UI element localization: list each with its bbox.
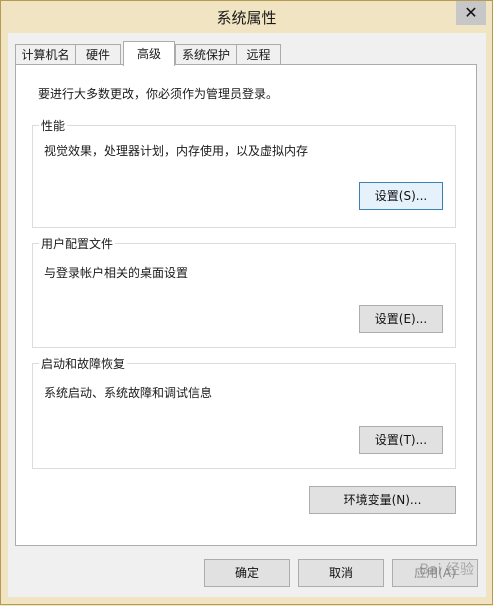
- user-profiles-settings-button[interactable]: 设置(E)...: [359, 305, 443, 333]
- window-title: 系统属性: [216, 9, 277, 27]
- user-profiles-description: 与登录帐户相关的桌面设置: [44, 266, 189, 280]
- performance-description: 视觉效果，处理器计划，内存使用，以及虚拟内存: [44, 144, 309, 158]
- baidu-watermark: Bai 经验: [419, 562, 474, 578]
- startup-recovery-description: 系统启动、系统故障和调试信息: [44, 386, 213, 400]
- tab-advanced[interactable]: 高级: [123, 41, 175, 66]
- tab-system-protection[interactable]: 系统保护: [175, 44, 237, 64]
- tab-computer-name[interactable]: 计算机名: [15, 44, 76, 64]
- system-properties-window: 系统属性 ✕ 计算机名 硬件 高级 系统保护 远程 要进行大多数更改，你必须作为…: [0, 0, 493, 605]
- cancel-button[interactable]: 取消: [298, 559, 384, 587]
- tab-remote[interactable]: 远程: [236, 44, 281, 64]
- dialog-client-area: 计算机名 硬件 高级 系统保护 远程 要进行大多数更改，你必须作为管理员登录。 …: [8, 33, 486, 597]
- close-icon: ✕: [464, 3, 478, 22]
- admin-note: 要进行大多数更改，你必须作为管理员登录。: [38, 87, 279, 101]
- startup-recovery-group: 启动和故障恢复 系统启动、系统故障和调试信息 设置(T)...: [32, 355, 456, 469]
- user-profiles-group-title: 用户配置文件: [39, 235, 116, 252]
- close-button[interactable]: ✕: [456, 1, 486, 25]
- title-bar[interactable]: 系统属性 ✕: [1, 1, 492, 33]
- startup-recovery-group-title: 启动和故障恢复: [39, 355, 128, 372]
- performance-group-title: 性能: [39, 117, 68, 134]
- tab-hardware[interactable]: 硬件: [75, 44, 121, 64]
- startup-recovery-settings-button[interactable]: 设置(T)...: [359, 426, 443, 454]
- performance-settings-button[interactable]: 设置(S)...: [359, 182, 443, 210]
- ok-button[interactable]: 确定: [204, 559, 290, 587]
- user-profiles-group: 用户配置文件 与登录帐户相关的桌面设置 设置(E)...: [32, 235, 456, 348]
- environment-variables-button[interactable]: 环境变量(N)...: [309, 486, 456, 514]
- performance-group: 性能 视觉效果，处理器计划，内存使用，以及虚拟内存 设置(S)...: [32, 117, 456, 228]
- advanced-tab-panel: 要进行大多数更改，你必须作为管理员登录。 性能 视觉效果，处理器计划，内存使用，…: [15, 64, 477, 546]
